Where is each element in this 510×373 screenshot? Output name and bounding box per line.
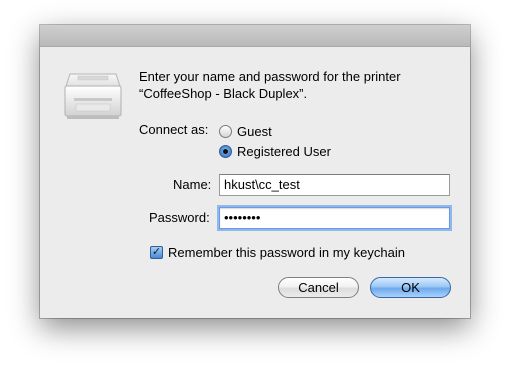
remember-password-checkbox-row[interactable]: ✓ Remember this password in my keychain	[150, 243, 405, 261]
radio-registered-user-circle[interactable]	[219, 144, 232, 158]
message-line-1: Enter your name and password for the pri…	[139, 69, 401, 84]
remember-password-checkbox[interactable]: ✓	[150, 245, 163, 259]
radio-registered-user-label: Registered User	[237, 143, 331, 159]
sheet-title-strip	[40, 25, 470, 47]
remember-password-label: Remember this password in my keychain	[168, 244, 405, 260]
radio-guest-label: Guest	[237, 123, 272, 139]
dialog-message: Enter your name and password for the pri…	[139, 68, 459, 102]
password-field[interactable]: ••••••••	[219, 207, 450, 229]
ok-button[interactable]: OK	[370, 277, 451, 298]
printer-icon	[62, 68, 124, 122]
cancel-button[interactable]: Cancel	[278, 277, 359, 298]
connect-as-label: Connect as:	[139, 122, 209, 137]
message-line-2: “CoffeeShop - Black Duplex”.	[139, 86, 308, 101]
name-field[interactable]: hkust\cc_test	[219, 174, 450, 196]
radio-guest[interactable]: Guest	[219, 122, 272, 140]
radio-registered-user[interactable]: Registered User	[219, 142, 331, 160]
authentication-dialog: Enter your name and password for the pri…	[40, 25, 470, 318]
radio-guest-circle[interactable]	[219, 124, 232, 138]
name-label: Name:	[173, 177, 212, 192]
password-label: Password:	[149, 210, 210, 225]
